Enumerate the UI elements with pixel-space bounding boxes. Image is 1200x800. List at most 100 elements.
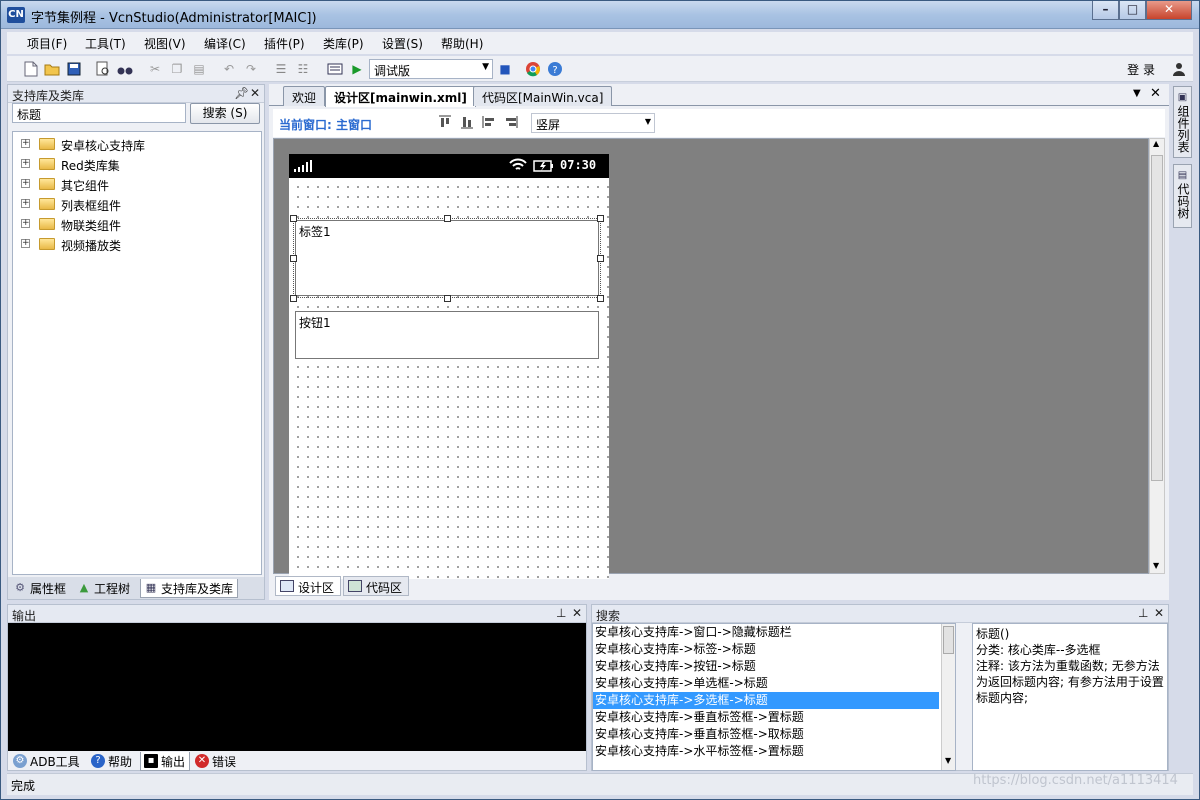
search-result[interactable]: 安卓核心支持库->单选框->标题 (593, 675, 939, 692)
align-right-icon[interactable] (504, 115, 518, 132)
label-component[interactable]: 标签1 (295, 220, 599, 296)
menu-help[interactable]: 帮助(H) (441, 35, 483, 52)
align-bottom-icon[interactable] (460, 115, 474, 132)
scroll-up-icon[interactable]: ▲ (1153, 139, 1159, 148)
search-result[interactable]: 安卓核心支持库->按钮->标题 (593, 658, 939, 675)
minimize-button[interactable]: – (1092, 1, 1119, 20)
menu-plugins[interactable]: 插件(P) (264, 35, 305, 52)
resize-handle[interactable] (597, 255, 604, 262)
align-left-icon[interactable] (482, 115, 496, 132)
menu-view[interactable]: 视图(V) (144, 35, 186, 52)
tab-properties[interactable]: ⚙ 属性框 (10, 579, 70, 598)
login-button[interactable]: 登 录 (1127, 61, 1155, 78)
tab-code-tree[interactable]: ▤ 代码树 (1173, 164, 1192, 228)
new-file-icon[interactable] (23, 61, 39, 77)
expand-icon[interactable]: + (21, 199, 30, 208)
search-result[interactable]: 安卓核心支持库->水平标签框->置标题 (593, 743, 939, 760)
scroll-thumb[interactable] (943, 626, 954, 654)
resize-handle[interactable] (290, 295, 297, 302)
cut-icon[interactable]: ✂ (147, 61, 163, 77)
tab-help[interactable]: ? 帮助 (88, 752, 136, 771)
resize-handle[interactable] (290, 255, 297, 262)
run-icon[interactable]: ▶ (349, 61, 365, 77)
gear-icon: ⚙ (15, 581, 25, 594)
orientation-select[interactable]: 竖屏 ▼ (531, 113, 655, 133)
indent-icon[interactable]: ☰ (273, 61, 289, 77)
expand-icon[interactable]: + (21, 139, 30, 148)
output-console[interactable] (8, 623, 586, 751)
scroll-thumb[interactable] (1151, 155, 1163, 481)
align-top-icon[interactable] (438, 115, 452, 132)
close-icon[interactable]: ✕ (250, 86, 260, 100)
menu-project[interactable]: 项目(F) (27, 35, 67, 52)
menu-tools[interactable]: 工具(T) (85, 35, 126, 52)
tab-design-view[interactable]: 设计区 (275, 576, 341, 596)
copy-icon[interactable]: ❐ (169, 61, 185, 77)
redo-icon[interactable]: ↷ (243, 61, 259, 77)
maximize-button[interactable]: □ (1119, 1, 1146, 20)
canvas-scrollbar[interactable]: ▲ ▼ (1149, 138, 1165, 574)
tab-output[interactable]: ▪ 输出 (140, 752, 191, 771)
help-icon[interactable]: ? (547, 61, 563, 77)
tree-item[interactable]: + 视频播放类 (13, 234, 261, 254)
search-result[interactable]: 安卓核心支持库->标签->标题 (593, 641, 939, 658)
search-result[interactable]: 安卓核心支持库->窗口->隐藏标题栏 (593, 624, 939, 641)
save-icon[interactable] (66, 61, 82, 77)
tab-code[interactable]: 代码区[MainWin.vca] (473, 86, 613, 106)
results-scrollbar[interactable]: ▼ (941, 624, 955, 770)
tab-project-tree[interactable]: ▲ 工程树 (74, 579, 134, 598)
chrome-browser-icon[interactable] (525, 61, 541, 77)
close-icon[interactable]: ✕ (572, 606, 582, 620)
close-icon[interactable]: ✕ (1154, 606, 1164, 620)
tree-item[interactable]: + 其它组件 (13, 174, 261, 194)
expand-icon[interactable]: + (21, 219, 30, 228)
search-result-selected[interactable]: 安卓核心支持库->多选框->标题 (593, 692, 939, 709)
pin-icon[interactable]: ⊥ (556, 606, 566, 620)
close-tab-icon[interactable]: ✕ (1150, 86, 1161, 101)
open-folder-icon[interactable] (44, 61, 60, 77)
tree-item[interactable]: + 安卓核心支持库 (13, 134, 261, 154)
pin-icon[interactable]: ⊥ (1138, 606, 1148, 620)
tree-item[interactable]: + 列表框组件 (13, 194, 261, 214)
scroll-down-icon[interactable]: ▼ (945, 756, 951, 765)
search-result[interactable]: 安卓核心支持库->垂直标签框->置标题 (593, 709, 939, 726)
menu-compile[interactable]: 编译(C) (204, 35, 246, 52)
tree-item[interactable]: + 物联类组件 (13, 214, 261, 234)
tab-code-view[interactable]: 代码区 (343, 576, 409, 596)
tab-component-list[interactable]: ▣ 组件列表 (1173, 86, 1192, 158)
expand-icon[interactable]: + (21, 159, 30, 168)
resize-handle[interactable] (290, 215, 297, 222)
tab-design[interactable]: 设计区[mainwin.xml] (325, 86, 476, 107)
build-mode-select[interactable]: 调试版 ▼ (369, 59, 493, 79)
library-search-button[interactable]: 搜索 (S) (190, 103, 260, 124)
search-result[interactable]: 安卓核心支持库->垂直标签框->取标题 (593, 726, 939, 743)
tab-label: 代码树 (1176, 183, 1190, 219)
resize-handle[interactable] (444, 215, 451, 222)
tab-welcome[interactable]: 欢迎 (283, 86, 326, 106)
close-button[interactable]: ✕ (1146, 1, 1192, 20)
print-preview-icon[interactable] (95, 61, 111, 77)
find-binoculars-icon[interactable] (117, 61, 133, 77)
tree-item[interactable]: + Red类库集 (13, 154, 261, 174)
resize-handle[interactable] (597, 295, 604, 302)
menu-settings[interactable]: 设置(S) (382, 35, 423, 52)
stop-icon[interactable]: ■ (497, 61, 513, 77)
button-component[interactable]: 按钮1 (295, 311, 599, 359)
resize-handle[interactable] (597, 215, 604, 222)
scroll-down-icon[interactable]: ▼ (1153, 561, 1159, 570)
menu-libraries[interactable]: 类库(P) (323, 35, 364, 52)
tab-adb-tools[interactable]: ⚙ ADB工具 (10, 752, 84, 771)
undo-icon[interactable]: ↶ (221, 61, 237, 77)
paste-icon[interactable]: ▤ (191, 61, 207, 77)
resize-handle[interactable] (444, 295, 451, 302)
tab-errors[interactable]: ✕ 错误 (192, 752, 240, 771)
pin-icon[interactable]: 📌︎ (234, 86, 249, 100)
expand-icon[interactable]: + (21, 239, 30, 248)
user-icon[interactable] (1171, 61, 1187, 77)
tab-list-icon[interactable]: ▼ (1133, 88, 1141, 99)
tab-libraries[interactable]: ▦ 支持库及类库 (140, 579, 239, 598)
outdent-icon[interactable]: ☷ (295, 61, 311, 77)
library-search-input[interactable]: 标题 (12, 103, 186, 123)
build-icon[interactable] (327, 61, 343, 77)
expand-icon[interactable]: + (21, 179, 30, 188)
